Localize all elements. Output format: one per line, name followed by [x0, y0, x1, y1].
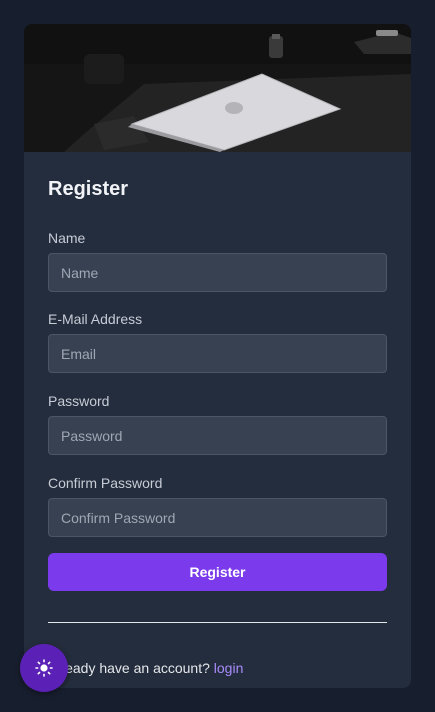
login-prompt: Already have an account? login — [48, 660, 387, 676]
name-field-group: Name — [48, 229, 387, 292]
register-card: Register Name E-Mail Address Password Co… — [24, 24, 411, 688]
confirm-password-label: Confirm Password — [48, 475, 163, 491]
confirm-password-field-group: Confirm Password — [48, 474, 387, 537]
page-title: Register — [48, 178, 129, 200]
sun-icon — [35, 659, 53, 677]
email-field-group: E-Mail Address — [48, 310, 387, 373]
theme-toggle-button[interactable] — [20, 644, 68, 692]
email-input[interactable] — [48, 334, 387, 373]
confirm-password-input[interactable] — [48, 498, 387, 537]
name-label: Name — [48, 230, 86, 246]
password-input[interactable] — [48, 416, 387, 455]
login-prompt-text: Already have an account? — [48, 660, 214, 676]
divider — [48, 622, 387, 623]
email-label: E-Mail Address — [48, 311, 143, 327]
password-field-group: Password — [48, 392, 387, 455]
login-link[interactable]: login — [214, 660, 244, 676]
register-form: Register Name E-Mail Address Password Co… — [48, 152, 387, 676]
hero-image-laptop — [24, 24, 411, 152]
register-button[interactable]: Register — [48, 553, 387, 591]
name-input[interactable] — [48, 253, 387, 292]
password-label: Password — [48, 393, 110, 409]
